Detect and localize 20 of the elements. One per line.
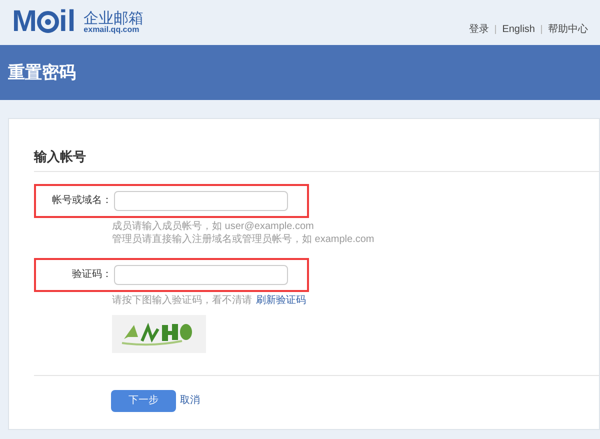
field-label: 验证码： <box>71 268 112 282</box>
field-label: 帐号或域名： <box>51 194 112 208</box>
input-field[interactable] <box>114 264 288 284</box>
top-link[interactable]: 帮助中心 <box>548 22 588 37</box>
section-title: 输入帐号 <box>34 147 599 172</box>
hint-text: 请按下图输入验证码，看不清请 <box>112 294 252 306</box>
input-field[interactable] <box>114 190 288 210</box>
logo-text: il <box>59 7 76 37</box>
logo-circle-icon <box>37 11 59 33</box>
top-link[interactable]: English <box>502 22 535 37</box>
refresh-link[interactable]: 刷新验证码 <box>256 294 306 306</box>
top-link[interactable]: 登录 <box>469 22 490 37</box>
cancel-link[interactable]: 取消 <box>180 393 200 408</box>
hint-text: 成员请输入成员帐号，如 user@example.com <box>112 220 314 232</box>
logo-text: M <box>12 7 37 37</box>
next-button[interactable]: 下一步 <box>111 390 176 412</box>
logo-domain: exmail.qq.com <box>84 26 140 34</box>
logo-name: 企业邮箱 <box>84 10 144 26</box>
hint-text: 管理员请直接输入注册域名或管理员帐号，如 example.com <box>112 234 374 244</box>
page-title: 重置密码 <box>8 62 76 84</box>
